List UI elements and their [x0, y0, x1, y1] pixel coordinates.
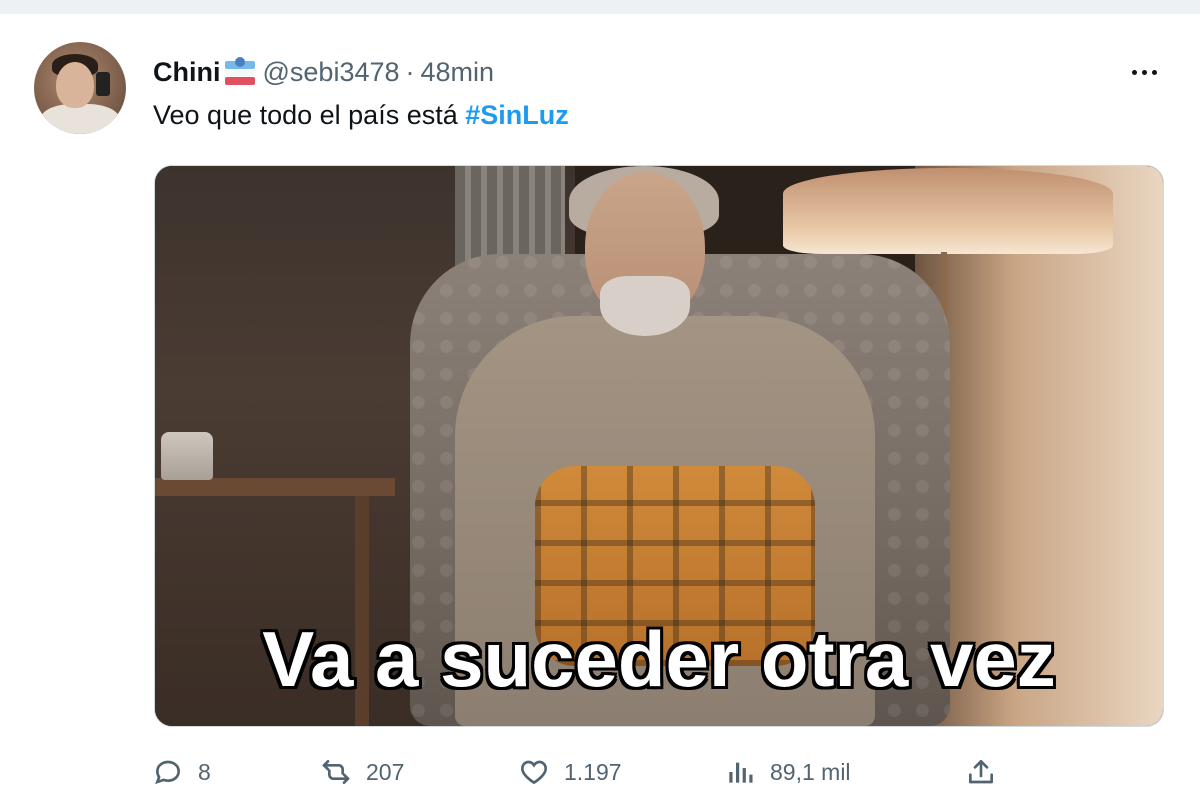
retweet-icon: [322, 760, 350, 784]
reply-button[interactable]: 8: [152, 752, 211, 792]
like-count: 1.197: [564, 758, 622, 785]
tweet-card: Chini @sebi3478 · 48min Veo que todo el …: [0, 0, 1200, 798]
more-icon[interactable]: [1124, 60, 1164, 84]
tweet-media-image[interactable]: Va a suceder otra vez: [154, 165, 1164, 727]
retweet-button[interactable]: 207: [320, 752, 404, 792]
flag-emoji-icon: [223, 57, 257, 87]
like-button[interactable]: 1.197: [518, 752, 622, 792]
views-icon: [729, 762, 753, 783]
tweet-header: Chini @sebi3478 · 48min: [153, 54, 494, 90]
hashtag-link[interactable]: #SinLuz: [465, 100, 569, 130]
author-name[interactable]: Chini: [153, 57, 221, 88]
tweet-actions: 8 207 1.197 89,1 mil: [152, 752, 1002, 792]
tweet-text-body: Veo que todo el país está: [153, 100, 466, 130]
views-count: 89,1 mil: [770, 758, 851, 785]
header-separator: ·: [405, 56, 415, 87]
views-button[interactable]: 89,1 mil: [724, 752, 851, 792]
tweet-timestamp[interactable]: 48min: [421, 57, 495, 88]
heart-icon: [520, 760, 548, 785]
reply-count: 8: [198, 758, 211, 785]
retweet-count: 207: [366, 758, 405, 785]
meme-caption: Va a suceder otra vez: [262, 615, 1056, 703]
reply-icon: [155, 760, 181, 785]
share-button[interactable]: [964, 752, 998, 792]
share-icon: [969, 760, 993, 784]
avatar[interactable]: [34, 42, 126, 134]
tweet-text: Veo que todo el país está #SinLuz: [153, 100, 569, 131]
author-handle[interactable]: @sebi3478: [263, 57, 400, 88]
lamp-image: [783, 168, 1113, 254]
